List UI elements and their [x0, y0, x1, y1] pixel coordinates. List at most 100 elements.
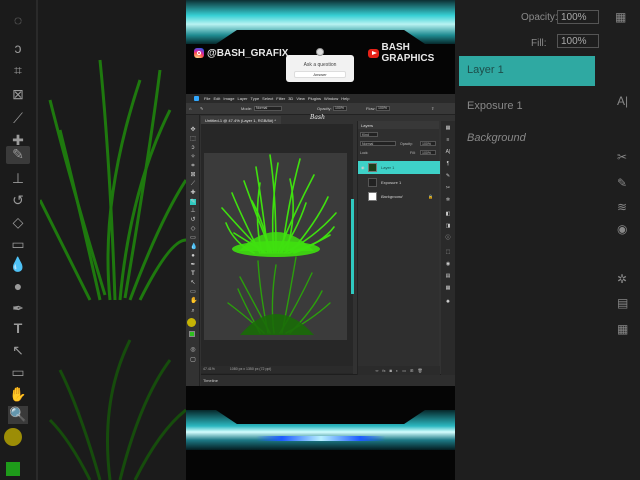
- adjustments-icon[interactable]: ◧: [445, 211, 451, 217]
- mode-label: Mode:: [241, 106, 253, 111]
- quick-mask-icon[interactable]: ◎: [190, 347, 196, 353]
- vertical-scrollbar[interactable]: [351, 199, 354, 294]
- healing-tool-icon[interactable]: ✚: [190, 190, 196, 196]
- foreground-color[interactable]: [189, 331, 195, 337]
- menu-file[interactable]: File: [204, 96, 210, 101]
- question-sticker[interactable]: Ask a question Answer: [286, 55, 354, 82]
- menu-plugins[interactable]: Plugins: [308, 96, 321, 101]
- blurred-paragraph-icon: A|: [617, 94, 629, 108]
- menu-window[interactable]: Window: [324, 96, 338, 101]
- blurred-tools-icon: ✂: [617, 150, 628, 164]
- layer-row-layer-1[interactable]: ◉ Layer 1: [358, 161, 440, 174]
- type-tool-icon[interactable]: T: [190, 271, 196, 277]
- foreground-color-swatch: [6, 462, 20, 476]
- stamp-tool-icon[interactable]: ⊥: [190, 208, 196, 214]
- menu-layer[interactable]: Layer: [237, 96, 247, 101]
- layer-row-exposure-1[interactable]: Exposure 1: [358, 176, 440, 189]
- blurred-settings-icon: ✲: [617, 272, 628, 286]
- lock-icon: 🔒: [428, 194, 433, 199]
- frame-tool-icon[interactable]: ⊠: [190, 172, 196, 178]
- styles-icon[interactable]: ◨: [445, 223, 451, 229]
- path-select-tool-icon[interactable]: ↖: [190, 280, 196, 286]
- properties-icon[interactable]: ≡: [445, 137, 451, 143]
- dodge-tool-icon[interactable]: ●: [190, 253, 196, 259]
- channels-icon[interactable]: ◉: [445, 261, 451, 267]
- clone-source-icon[interactable]: ✂: [445, 185, 451, 191]
- navigator-icon[interactable]: ✹: [445, 299, 451, 305]
- color-icon[interactable]: ▦: [445, 285, 451, 291]
- instagram-handle-text: @BASH_GRAFIX: [207, 47, 289, 59]
- type-icon: T: [13, 320, 23, 336]
- menu-edit[interactable]: Edit: [213, 96, 220, 101]
- share-icon[interactable]: ⇪: [431, 106, 434, 111]
- ps-toolbar: ✥ ⬚ ↄ ✧ ⌗ ⊠ ⟋ ✚ ✎ ⊥ ↺ ◇ ▭ 💧 ● ✒ T ↖ ▭ ✋: [186, 115, 200, 386]
- crop-tool-icon[interactable]: ⌗: [190, 163, 196, 169]
- eyedropper-tool-icon[interactable]: ⟋: [190, 181, 196, 187]
- history-icon[interactable]: ▦: [445, 125, 451, 131]
- paragraph-icon[interactable]: ¶: [445, 161, 451, 167]
- new-layer-icon[interactable]: ⊞: [410, 368, 413, 373]
- gradient-tool-icon[interactable]: ▭: [190, 235, 196, 241]
- link-layers-icon[interactable]: ∞: [375, 368, 378, 373]
- screen-mode-icon[interactable]: ▢: [190, 357, 196, 363]
- move-tool-icon[interactable]: ✥: [190, 127, 196, 133]
- blend-mode-select[interactable]: Normal: [360, 141, 396, 146]
- layer-filter-select[interactable]: Kind: [360, 132, 378, 137]
- answer-button[interactable]: Answer: [294, 71, 346, 78]
- layer-name: Exposure 1: [381, 180, 402, 185]
- menu-type[interactable]: Type: [251, 96, 260, 101]
- delete-layer-icon[interactable]: 🗑: [417, 368, 422, 373]
- glow-bar: [256, 436, 386, 441]
- magic-wand-icon[interactable]: ✧: [190, 154, 196, 160]
- timeline-panel[interactable]: Timeline: [201, 374, 455, 386]
- layer-row-background[interactable]: Background 🔒: [358, 190, 440, 203]
- flow-input[interactable]: 100%: [376, 106, 390, 111]
- adjustment-layer-icon[interactable]: ◐: [396, 368, 398, 373]
- menu-select[interactable]: Select: [262, 96, 273, 101]
- brush-preset-icon[interactable]: ✎: [200, 106, 203, 111]
- crop-icon: ⌗: [14, 62, 22, 78]
- document-canvas[interactable]: [204, 153, 347, 340]
- mode-select[interactable]: Normal: [254, 106, 282, 111]
- menu-image[interactable]: Image: [223, 96, 234, 101]
- home-icon[interactable]: ⌂: [189, 106, 191, 111]
- lasso-tool-icon[interactable]: ↄ: [190, 145, 196, 151]
- paths-icon[interactable]: ▤: [445, 273, 451, 279]
- character-icon[interactable]: A|: [445, 149, 451, 155]
- menu-filter[interactable]: Filter: [276, 96, 285, 101]
- layer-name: Layer 1: [381, 165, 395, 170]
- rectangle-tool-icon[interactable]: ▭: [190, 289, 196, 295]
- brush-tool-icon[interactable]: ✎: [190, 199, 196, 205]
- visibility-eye-icon[interactable]: ◉: [361, 165, 365, 170]
- pen-tool-icon[interactable]: ✒: [190, 262, 196, 268]
- blurred-pen-icon: ✎: [617, 176, 628, 190]
- fill-input[interactable]: 100%: [420, 150, 436, 155]
- youtube-channel: BASH GRAPHICS: [368, 42, 455, 64]
- hand-tool-icon[interactable]: ✋: [190, 298, 197, 304]
- marquee-tool-icon[interactable]: ⬚: [190, 136, 196, 142]
- decorative-bottom-frame: [186, 410, 455, 450]
- blurred-grid-icon: ▦: [617, 322, 629, 336]
- menu-help[interactable]: Help: [341, 96, 349, 101]
- swatches-icon[interactable]: ✲: [445, 197, 451, 203]
- opacity-input[interactable]: 100%: [333, 106, 347, 111]
- history-brush-tool-icon[interactable]: ↺: [190, 217, 196, 223]
- blur-tool-icon[interactable]: 💧: [190, 244, 197, 250]
- brushes-icon[interactable]: ✎: [445, 173, 451, 179]
- document-tab[interactable]: Untitled-1 @ 47.4% (Layer 1, RGB/8#) *: [201, 116, 281, 124]
- toolbar-divider: [36, 0, 38, 480]
- fx-icon[interactable]: fx: [382, 368, 385, 373]
- eraser-tool-icon[interactable]: ◇: [190, 226, 196, 232]
- info-icon[interactable]: ⓘ: [445, 235, 451, 241]
- zoom-tool-icon[interactable]: ⌕: [190, 308, 196, 314]
- menu-view[interactable]: View: [296, 96, 305, 101]
- question-title: Ask a question: [303, 62, 337, 68]
- canvas-area[interactable]: [201, 124, 353, 376]
- group-icon[interactable]: ▭: [402, 368, 406, 373]
- add-mask-icon[interactable]: ◙: [389, 368, 391, 373]
- libraries-icon[interactable]: ⬚: [445, 249, 451, 255]
- layers-panel: Layers Kind Normal Opacity: 100% Lock: F…: [357, 121, 440, 375]
- hand-icon: ✋: [9, 386, 27, 402]
- layers-opacity-input[interactable]: 100%: [420, 141, 436, 146]
- menu-3d[interactable]: 3D: [288, 96, 293, 101]
